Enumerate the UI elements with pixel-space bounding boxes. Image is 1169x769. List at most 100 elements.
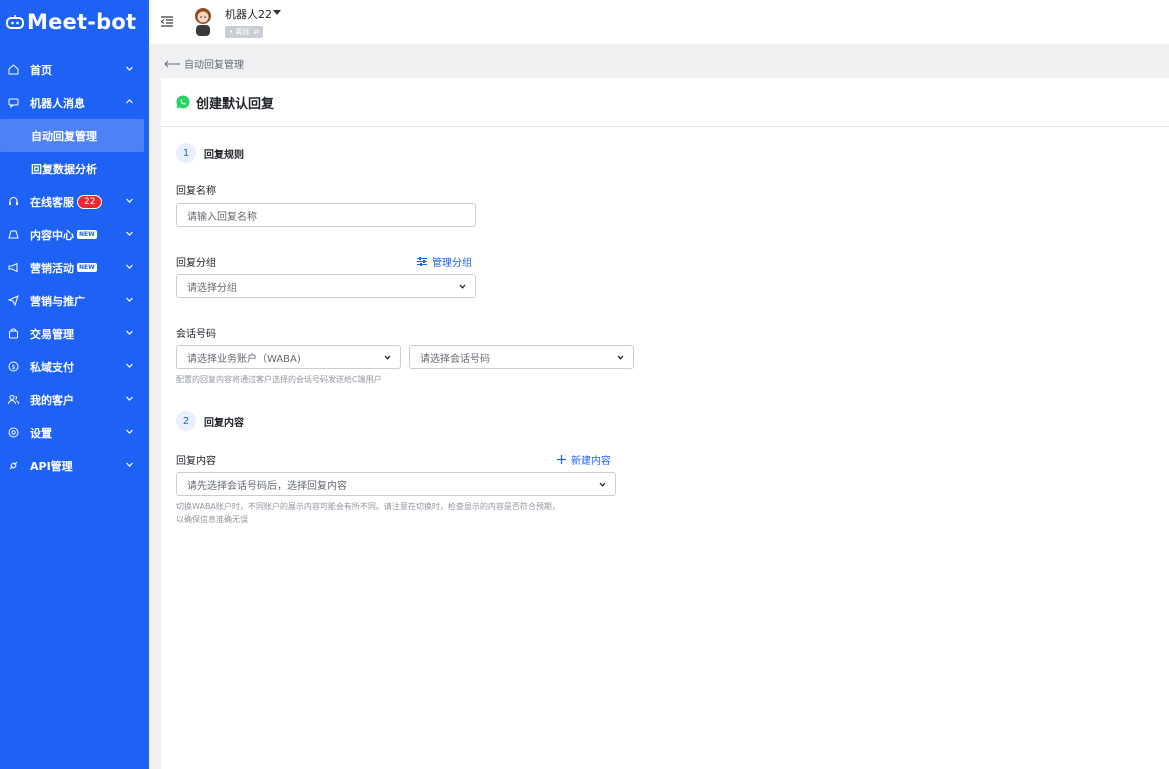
page-title: 创建默认回复	[196, 96, 275, 112]
sidebar-item-bot-messages[interactable]: 机器人消息	[0, 86, 149, 119]
user-name[interactable]: 机器人22	[225, 6, 272, 22]
sidebar-item-marketing-activity[interactable]: 营销活动 NEW	[0, 251, 149, 284]
send-icon	[7, 295, 19, 307]
avatar[interactable]	[192, 7, 214, 37]
chevron-down-icon	[126, 66, 133, 71]
new-tag: NEW	[77, 230, 97, 239]
caret-down-icon[interactable]	[273, 10, 281, 15]
sidebar-nav: 首页 机器人消息 自动回复管理 回复数据分析 在线客服 22 内容中心 NEW	[0, 53, 149, 482]
chevron-down-icon	[126, 363, 133, 368]
chevron-down-icon	[126, 264, 133, 269]
new-content-label: 新建内容	[571, 456, 611, 467]
sidebar-subitem-auto-reply[interactable]: 自动回复管理	[0, 119, 144, 152]
sidebar-item-label: API管理	[30, 459, 73, 473]
chevron-up-icon	[126, 99, 133, 104]
reply-content-placeholder: 请先选择会话号码后，选择回复内容	[187, 480, 347, 492]
session-number-hint: 配置的回复内容将通过客户选择的会话号码发送给C端用户	[176, 375, 382, 384]
sidebar-item-label: 设置	[30, 426, 52, 440]
home-icon	[7, 64, 19, 76]
waba-placeholder: 请选择业务账户（WABA)	[187, 353, 301, 365]
sidebar-item-label: 我的客户	[30, 393, 74, 407]
top-header: 机器人22 • 离线 ⇄	[149, 0, 1169, 44]
sidebar-item-label: 营销与推广	[30, 294, 85, 308]
sidebar-item-label: 私域支付	[30, 360, 74, 374]
status-badge[interactable]: • 离线 ⇄	[225, 26, 264, 38]
menu-fold-icon[interactable]	[161, 16, 173, 27]
reply-content-hint-2: 以确保信息准确无误	[176, 515, 248, 524]
sliders-icon	[417, 257, 427, 266]
sidebar-item-label: 营销活动	[30, 261, 74, 275]
content-icon	[7, 229, 19, 241]
sidebar: Meet-bot 首页 机器人消息 自动回复管理 回复数据分析 在线客服 22 …	[0, 0, 149, 769]
reply-name-placeholder: 请输入回复名称	[187, 211, 257, 223]
robot-logo-icon	[6, 15, 24, 29]
chevron-down-icon	[126, 396, 133, 401]
status-text: • 离线	[229, 28, 250, 36]
plus-icon	[557, 455, 566, 464]
api-icon	[7, 460, 19, 472]
whatsapp-icon	[176, 95, 190, 109]
bag-icon	[7, 328, 19, 340]
sidebar-item-label: 首页	[30, 63, 52, 77]
reply-group-select[interactable]: 请选择分组	[176, 274, 476, 298]
waba-account-select[interactable]: 请选择业务账户（WABA)	[176, 345, 401, 369]
reply-content-select[interactable]: 请先选择会话号码后，选择回复内容	[176, 472, 616, 496]
sidebar-item-marketing-promotion[interactable]: 营销与推广	[0, 284, 149, 317]
sidebar-item-api[interactable]: API管理	[0, 449, 149, 482]
switch-status-icon: ⇄	[253, 28, 260, 36]
coin-icon: $	[7, 361, 19, 373]
sidebar-item-trade[interactable]: 交易管理	[0, 317, 149, 350]
form-card: 创建默认回复 1 回复规则 回复名称 请输入回复名称 回复分组 管理分组 请选择…	[161, 78, 1169, 769]
new-tag: NEW	[77, 263, 97, 272]
sidebar-item-label: 机器人消息	[30, 96, 85, 110]
gear-icon	[7, 427, 19, 439]
chevron-down-icon	[126, 198, 133, 203]
chevron-down-icon	[126, 462, 133, 467]
reply-name-input[interactable]: 请输入回复名称	[176, 203, 476, 227]
reply-group-placeholder: 请选择分组	[187, 282, 237, 294]
sidebar-item-private-pay[interactable]: $ 私域支付	[0, 350, 149, 383]
reply-name-label: 回复名称	[176, 186, 216, 197]
sidebar-subitem-label: 自动回复管理	[31, 129, 97, 143]
sidebar-item-content-center[interactable]: 内容中心 NEW	[0, 218, 149, 251]
chevron-down-icon	[126, 231, 133, 236]
sidebar-item-label: 内容中心	[30, 228, 74, 242]
sidebar-item-label: 交易管理	[30, 327, 74, 341]
step-number: 1	[176, 143, 196, 163]
step-1-header: 1 回复规则	[176, 143, 244, 163]
brand-logo[interactable]: Meet-bot	[0, 0, 149, 44]
chevron-down-icon	[459, 284, 466, 289]
sidebar-item-my-customers[interactable]: 我的客户	[0, 383, 149, 416]
chevron-down-icon	[384, 355, 391, 360]
session-number-select[interactable]: 请选择会话号码	[409, 345, 634, 369]
chevron-down-icon	[617, 355, 624, 360]
sidebar-item-online-service[interactable]: 在线客服 22	[0, 185, 149, 218]
unread-badge: 22	[77, 194, 103, 209]
session-number-label: 会话号码	[176, 329, 216, 340]
sidebar-item-home[interactable]: 首页	[0, 53, 149, 86]
card-header: 创建默认回复	[161, 78, 1169, 127]
sidebar-subitem-label: 回复数据分析	[31, 162, 97, 176]
reply-group-label: 回复分组	[176, 258, 216, 269]
chat-bot-icon	[7, 97, 19, 109]
chevron-down-icon	[126, 429, 133, 434]
manage-group-label: 管理分组	[432, 258, 472, 269]
megaphone-icon	[7, 262, 19, 274]
sidebar-subitem-reply-analytics[interactable]: 回复数据分析	[0, 152, 149, 185]
brand-name: Meet-bot	[27, 10, 137, 34]
headset-icon	[7, 196, 19, 208]
manage-group-link[interactable]: 管理分组	[417, 254, 472, 269]
sidebar-item-settings[interactable]: 设置	[0, 416, 149, 449]
back-arrow-icon[interactable]	[164, 60, 180, 68]
users-icon	[7, 394, 19, 406]
step-number: 2	[176, 411, 196, 431]
chevron-down-icon	[126, 330, 133, 335]
reply-content-hint-1: 切换WABA账户时，不同账户的展示内容可能会有所不同。请注意在切换时，检查显示的…	[176, 502, 560, 511]
breadcrumb[interactable]: 自动回复管理	[164, 56, 244, 71]
session-number-placeholder: 请选择会话号码	[420, 353, 490, 365]
new-content-link[interactable]: 新建内容	[557, 452, 611, 467]
step-title: 回复内容	[204, 417, 244, 429]
breadcrumb-back-label[interactable]: 自动回复管理	[184, 56, 244, 71]
sidebar-item-label: 在线客服	[30, 195, 74, 209]
reply-content-label: 回复内容	[176, 456, 216, 467]
